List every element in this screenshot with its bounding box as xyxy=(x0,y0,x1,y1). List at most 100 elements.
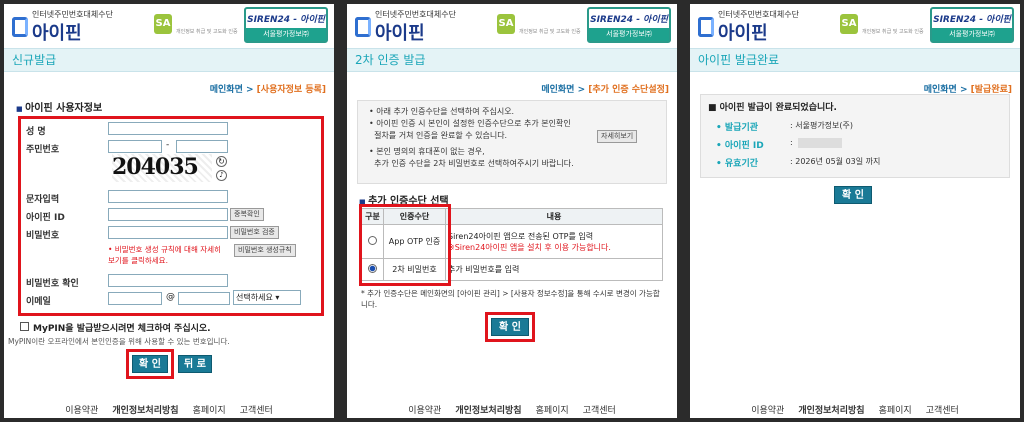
value-expiry: : 2026년 05월 03일 까지 xyxy=(790,157,881,166)
bullet-5: 추가 인증 수단을 2차 비밀번호로 선택하여주시기 바랍니다. xyxy=(369,159,574,168)
crumb-current: [추가 인증 수단설정] xyxy=(588,85,669,95)
email-select-value: 선택하세요 xyxy=(236,293,273,302)
label-ipin-id: 아이핀 ID xyxy=(26,213,65,223)
footer: 이용약관 개인정보처리방침 홈페이지 고객센터 xyxy=(4,403,334,416)
confirm-button[interactable]: 확 인 xyxy=(834,186,872,204)
crumb-home[interactable]: 메인화면 > xyxy=(541,85,585,95)
bullet-1: • 아래 추가 인증수단을 선택하여 주십시오. xyxy=(369,107,515,116)
breadcrumb: 메인화면 > [추가 인증 수단설정] xyxy=(347,72,677,95)
footer-terms[interactable]: 이용약관 xyxy=(65,403,98,416)
captcha-image: 204035 xyxy=(112,154,212,182)
footer-terms[interactable]: 이용약관 xyxy=(408,403,441,416)
page-title: 신규발급 xyxy=(4,48,334,72)
at-sign: @ xyxy=(166,292,175,302)
page-title: 2차 인증 발급 xyxy=(347,48,677,72)
duplicate-check-button[interactable]: 중복확인 xyxy=(230,208,264,221)
done-text: 아이핀 발급이 완료되었습니다. xyxy=(719,103,837,113)
bullet-3: 절차를 거쳐 인증을 완료할 수 있습니다. xyxy=(369,131,508,140)
header: 인터넷주민번호대체수단 아이핀 SA 개인정보 취급 및 고도화 인증 SIREN2… xyxy=(347,4,677,48)
ipin-logo-icon xyxy=(355,17,371,37)
siren-bottom: 서울평가정보㈜ xyxy=(246,28,326,41)
confirm-button[interactable]: 확 인 xyxy=(132,355,168,373)
siren-top: SIREN24 - 아이핀 xyxy=(247,15,325,25)
note: * 추가 인증수단은 메인화면의 [아이핀 관리] > [사용자 정보수정]을 … xyxy=(361,289,660,309)
footer-home[interactable]: 홈페이지 xyxy=(193,403,226,416)
sa-logo-icon: SA xyxy=(154,14,172,34)
th-desc: 내용 xyxy=(445,208,663,225)
detail-button[interactable]: 자세히보기 xyxy=(597,130,638,143)
siren-top: SIREN24 - 아이핀 xyxy=(933,15,1011,25)
section-title: 아이핀 사용자정보 xyxy=(4,95,334,114)
email-user-input[interactable] xyxy=(108,292,162,305)
panel-second-auth: 인터넷주민번호대체수단 아이핀 SA 개인정보 취급 및 고도화 인증 SIREN2… xyxy=(347,4,677,418)
bullet-4: • 본인 명의의 휴대폰이 없는 경우, xyxy=(369,147,485,156)
label-captcha: 문자입력 xyxy=(26,195,60,205)
siren24-badge: SIREN24 - 아이핀서울평가정보㈜ xyxy=(587,7,671,43)
password-note: • 비밀번호 생성 규칙에 대해 자세히 보기를 클릭하세요. xyxy=(108,245,221,265)
mypin-label: MyPIN을 발급받으시려면 체크하여 주십시오. xyxy=(33,324,211,334)
footer-home[interactable]: 홈페이지 xyxy=(879,403,912,416)
header: 인터넷주민번호대체수단 아이핀 SA 개인정보 취급 및 고도화 인증 SIREN2… xyxy=(690,4,1020,48)
ipin-id-input[interactable] xyxy=(108,208,228,221)
name-input[interactable] xyxy=(108,122,228,135)
header: 인터넷주민번호대체수단 아이핀 SA 개인정보 취급 및 고도화 인증 SIREN2… xyxy=(4,4,334,48)
sa-logo-icon: SA xyxy=(497,14,515,34)
footer-terms[interactable]: 이용약관 xyxy=(751,403,784,416)
rrn-front-input[interactable] xyxy=(108,140,162,153)
footer-privacy[interactable]: 개인정보처리방침 xyxy=(455,403,521,416)
label-name: 성 명 xyxy=(26,127,46,137)
warn-otp: ※Siren24아이핀 앱을 설치 후 이용 가능합니다. xyxy=(448,242,611,252)
ipin-logo-icon xyxy=(698,17,714,37)
crumb-current: [사용자정보 등록] xyxy=(256,85,326,95)
footer: 이용약관 개인정보처리방침 홈페이지 고객센터 xyxy=(347,403,677,416)
label-id: • 아이핀 ID xyxy=(716,141,764,151)
siren-bottom: 서울평가정보㈜ xyxy=(589,28,669,41)
desc-password2: 추가 비밀번호를 입력 xyxy=(445,258,663,281)
siren24-badge: SIREN24 - 아이핀서울평가정보㈜ xyxy=(244,7,328,43)
mypin-checkbox[interactable] xyxy=(20,322,29,331)
sa-logo-icon: SA xyxy=(840,14,858,34)
password-input[interactable] xyxy=(108,226,228,239)
footer-support[interactable]: 고객센터 xyxy=(240,403,273,416)
breadcrumb: 메인화면 > [사용자정보 등록] xyxy=(4,72,334,95)
page-title: 아이핀 발급완료 xyxy=(690,48,1020,72)
email-domain-input[interactable] xyxy=(178,292,230,305)
email-select[interactable]: 선택하세요 ▾ xyxy=(233,290,301,305)
siren-top: SIREN24 - 아이핀 xyxy=(590,15,668,25)
sa-text: 개인정보 취급 및 고도화 인증 xyxy=(862,29,924,35)
value-id: : xyxy=(790,138,793,147)
refresh-icon[interactable]: ↻ xyxy=(216,156,227,167)
done-message: ■ 아이핀 발급이 완료되었습니다. xyxy=(708,103,837,113)
label-rrn: 주민번호 xyxy=(26,145,60,155)
label-org: • 발급기관 xyxy=(716,123,759,133)
panel-complete: 인터넷주민번호대체수단 아이핀 SA 개인정보 취급 및 고도화 인증 SIREN2… xyxy=(690,4,1020,418)
password-confirm-input[interactable] xyxy=(108,274,228,287)
footer-support[interactable]: 고객센터 xyxy=(926,403,959,416)
brand-name: 아이핀 xyxy=(32,23,82,44)
siren-bottom: 서울평가정보㈜ xyxy=(932,28,1012,41)
password-rule-button[interactable]: 비밀번호 생성규칙 xyxy=(234,244,296,257)
sa-text: 개인정보 취급 및 고도화 인증 xyxy=(519,29,581,35)
brand-name: 아이핀 xyxy=(718,23,768,44)
siren24-badge: SIREN24 - 아이핀서울평가정보㈜ xyxy=(930,7,1014,43)
sa-text: 개인정보 취급 및 고도화 인증 xyxy=(176,29,238,35)
confirm-button[interactable]: 확 인 xyxy=(491,318,529,336)
crumb-home[interactable]: 메인화면 > xyxy=(210,85,254,95)
rrn-dash: - xyxy=(166,140,170,150)
mypin-note: MyPIN이란 오프라인에서 본인인증을 위해 사용할 수 있는 번호입니다. xyxy=(8,337,230,346)
footer-support[interactable]: 고객센터 xyxy=(583,403,616,416)
audio-icon[interactable]: ♪ xyxy=(216,170,227,181)
password-check-button[interactable]: 비밀번호 검증 xyxy=(230,226,279,239)
captcha-input[interactable] xyxy=(108,190,228,203)
value-org: : 서울평가정보(주) xyxy=(790,121,853,130)
back-button[interactable]: 뒤 로 xyxy=(178,355,212,373)
rrn-back-input[interactable] xyxy=(176,140,228,153)
highlight-box xyxy=(359,204,451,286)
panel-new-issue: 인터넷주민번호대체수단 아이핀 SA 개인정보 취급 및 고도화 인증 SIREN2… xyxy=(4,4,334,418)
label-expiry: • 유효기간 xyxy=(716,159,759,169)
footer-privacy[interactable]: 개인정보처리방침 xyxy=(798,403,864,416)
breadcrumb: 메인화면 > [발급완료] xyxy=(690,72,1020,95)
footer-home[interactable]: 홈페이지 xyxy=(536,403,569,416)
desc-otp: Siren24아이핀 앱으로 전송된 OTP를 입력 xyxy=(448,231,594,241)
footer-privacy[interactable]: 개인정보처리방침 xyxy=(112,403,178,416)
